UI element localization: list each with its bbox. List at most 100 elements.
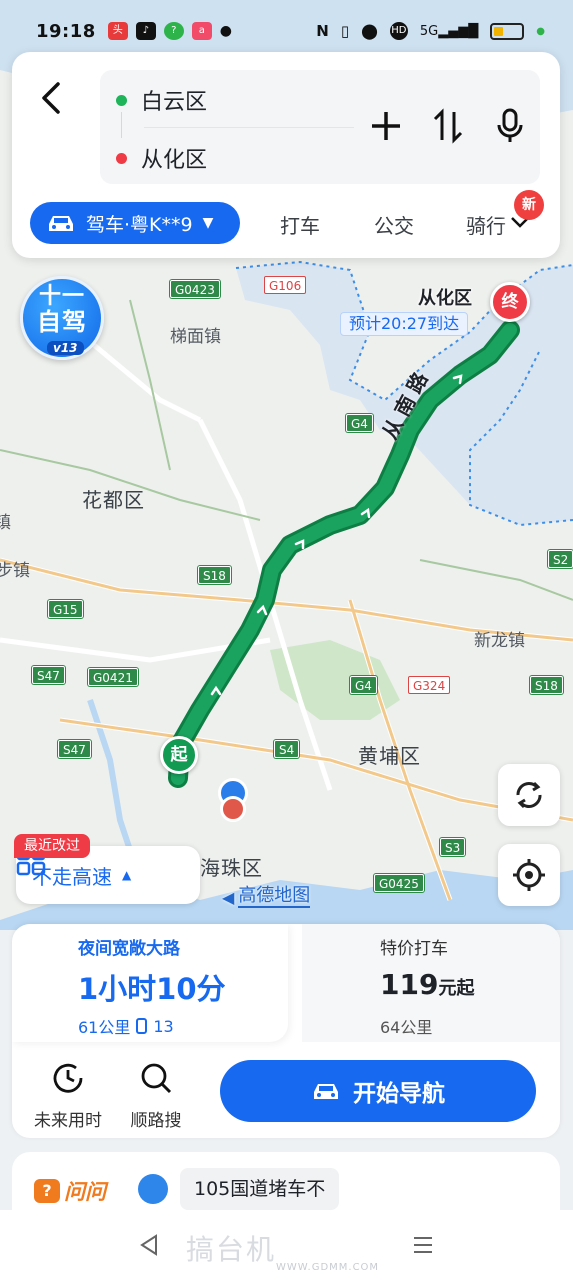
- along-search-label: 顺路搜: [130, 1111, 182, 1131]
- road-shield: S18: [198, 566, 231, 584]
- travel-mode-tabs: 驾车·粤K**9 ▼ 打车 公交 骑行 新: [30, 190, 550, 244]
- roadtrip-promo-badge[interactable]: 十一 自驾 v13: [20, 276, 104, 360]
- eta-tag: 预计20:27到达: [340, 312, 469, 336]
- recent-changed-badge: 最近改过: [14, 834, 90, 858]
- swap-icon[interactable]: [428, 106, 468, 146]
- menu-nav-icon[interactable]: [408, 1230, 438, 1260]
- news-app-icon: 头: [107, 22, 128, 40]
- destination-field[interactable]: 从化区: [116, 142, 207, 174]
- signal-icon: 5G▂▄▆█: [419, 23, 479, 39]
- route-search-card: 白云区 从化区 驾车·粤K**9 ▼ 打车 公交 骑行 新: [12, 52, 560, 258]
- battery-icon: [490, 22, 525, 40]
- road-shield: G15: [48, 600, 83, 618]
- location-icon: ⬤: [361, 22, 378, 40]
- place-label-haizhu: 海珠区: [200, 856, 263, 880]
- taxi-title: 特价打车: [380, 939, 448, 959]
- ask-brand[interactable]: ? 问问: [34, 1176, 106, 1206]
- future-time-label: 未来用时: [34, 1111, 102, 1131]
- ask-suggestion[interactable]: 105国道堵车不: [180, 1168, 340, 1210]
- road-shield: S2: [548, 550, 573, 568]
- along-route-search-button[interactable]: 顺路搜: [116, 1060, 196, 1131]
- origin-text: 白云区: [141, 90, 208, 115]
- taxi-distance: 64公里: [380, 1018, 433, 1037]
- watermark-url: WWW.GDMM.COM: [276, 1262, 380, 1273]
- road-shield: G4: [350, 676, 377, 694]
- road-shield: G0423: [170, 280, 220, 298]
- start-navigation-button[interactable]: 开始导航: [220, 1060, 536, 1122]
- promo-line2: 自驾: [37, 308, 87, 336]
- place-label-xinlong: 新龙镇: [474, 631, 525, 651]
- notification-icons: 头 ♪ ? a ●: [107, 22, 233, 40]
- destination-text: 从化区: [141, 148, 208, 173]
- road-shield: G0425: [374, 874, 424, 892]
- origin-dot-icon: [116, 94, 127, 106]
- place-label-zhen: 镇: [0, 513, 11, 533]
- route-distance: 61公里: [78, 1018, 131, 1037]
- locate-me-button[interactable]: [498, 844, 560, 906]
- place-label-huadu: 花都区: [82, 488, 145, 512]
- status-time: 19:18: [36, 20, 96, 42]
- watermark: 搞台机: [186, 1233, 277, 1266]
- search-icon: [141, 1063, 172, 1094]
- road-shield: G324: [408, 676, 451, 694]
- road-shield: S18: [530, 676, 563, 694]
- tab-transit[interactable]: 公交: [374, 210, 414, 239]
- end-marker[interactable]: 终: [490, 282, 530, 322]
- clock-icon: [53, 1063, 83, 1093]
- taxi-price: 119元起: [380, 968, 474, 1001]
- destination-label: 从化区: [418, 288, 472, 309]
- back-nav-icon[interactable]: [134, 1230, 164, 1260]
- assistant-avatar-icon: [138, 1174, 168, 1204]
- refresh-route-button[interactable]: [498, 764, 560, 826]
- divider: [144, 127, 354, 128]
- future-time-button[interactable]: 未来用时: [28, 1060, 108, 1131]
- amap-logo: ◀ 高德地图: [222, 885, 311, 908]
- ask-logo-icon: ?: [34, 1179, 60, 1203]
- promo-version: v13: [47, 341, 84, 355]
- road-shield: G0421: [88, 668, 138, 686]
- tiktok-icon: ♪: [135, 22, 156, 40]
- route-duration: 1小时10分: [78, 972, 226, 1006]
- poi-marker[interactable]: [220, 796, 246, 822]
- network-type: 5G: [419, 23, 439, 39]
- nfc-icon: N: [316, 22, 329, 40]
- destination-dot-icon: [116, 152, 127, 164]
- promo-line1: 十一: [38, 284, 85, 309]
- more-dot-icon: ●: [219, 23, 233, 39]
- start-marker[interactable]: 起: [160, 736, 198, 774]
- app-icon: ?: [163, 22, 184, 40]
- ask-brand-text: 问问: [64, 1180, 106, 1204]
- route-points-box: 白云区 从化区: [100, 70, 540, 184]
- add-waypoint-icon[interactable]: [366, 106, 406, 146]
- tab-car[interactable]: 驾车·粤K**9 ▼: [30, 202, 240, 244]
- taxi-price-unit: 元起: [438, 978, 475, 999]
- vibrate-icon: ▯: [340, 22, 350, 40]
- system-nav-bar: 搞台机 WWW.GDMM.COM: [0, 1210, 573, 1280]
- place-label-timian: 梯面镇: [170, 327, 221, 347]
- system-icons: N ▯ ⬤ HD 5G▂▄▆█ ●: [316, 22, 545, 40]
- start-navigation-label: 开始导航: [353, 1081, 445, 1107]
- route-option-card[interactable]: 夜间宽敞大路 1小时10分 61公里 13: [12, 924, 288, 1042]
- route-panel: 夜间宽敞大路 1小时10分 61公里 13 特价打车 119元起 64公里 未来…: [12, 924, 560, 1138]
- taxi-price-value: 119: [380, 968, 439, 1001]
- road-shield: G106: [264, 276, 307, 294]
- road-shield: G4: [346, 414, 373, 432]
- caret-down-icon: ▼: [202, 215, 214, 231]
- road-shield: S3: [440, 838, 466, 856]
- road-shield: S47: [32, 666, 65, 684]
- road-shield: S4: [274, 740, 300, 758]
- tab-taxi[interactable]: 打车: [280, 210, 320, 239]
- place-label-huangpu: 黄埔区: [358, 744, 421, 768]
- app-icon: a: [191, 22, 212, 40]
- traffic-light-icon: [136, 1018, 148, 1034]
- back-icon[interactable]: [36, 78, 66, 118]
- new-badge: 新: [514, 190, 544, 220]
- origin-field[interactable]: 白云区: [116, 84, 207, 116]
- car-icon: [49, 216, 73, 231]
- mic-icon[interactable]: [490, 106, 530, 146]
- taxi-option-card[interactable]: 特价打车 119元起 64公里: [302, 924, 560, 1042]
- logo-arrow-icon: ◀: [222, 887, 235, 907]
- traffic-light-count: 13: [153, 1016, 174, 1036]
- logo-text: 高德地图: [238, 885, 311, 908]
- locate-icon: [513, 859, 545, 891]
